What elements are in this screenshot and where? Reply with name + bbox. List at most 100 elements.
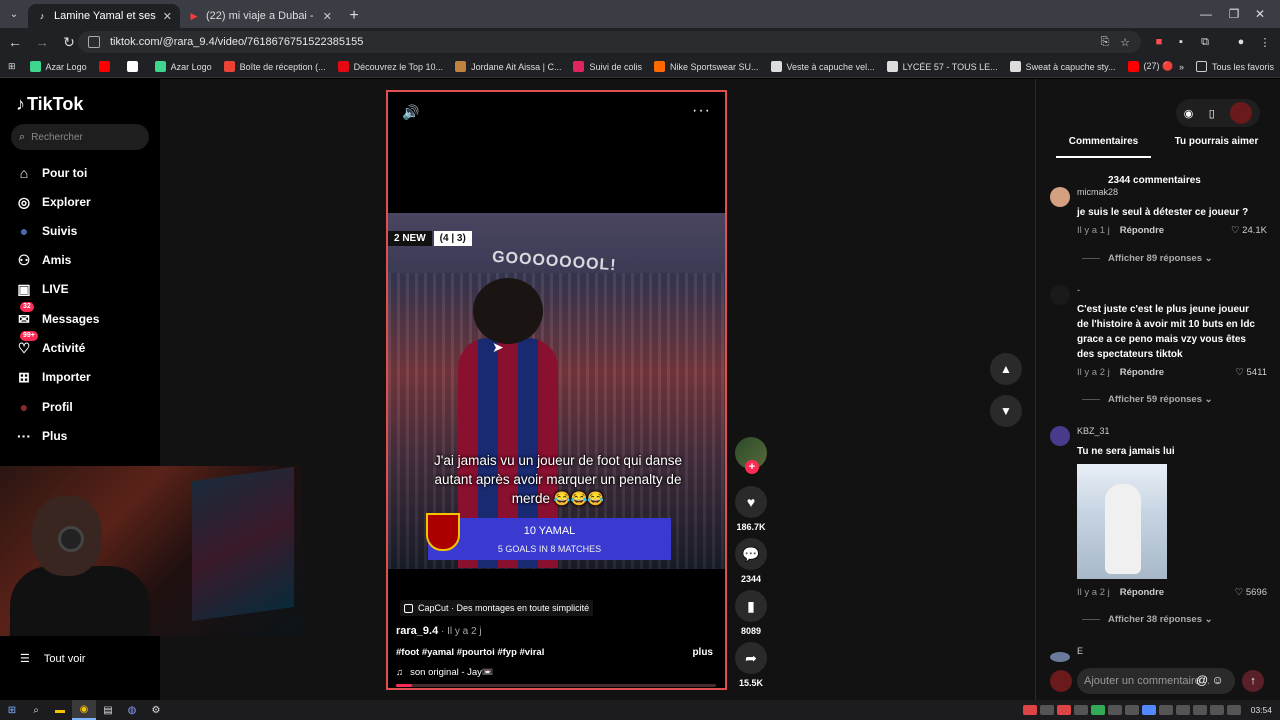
tab-youtube[interactable]: ▶ (22) mi viaje a Dubai - YouTube ✕ [180,4,340,28]
close-window-button[interactable]: ✕ [1240,0,1280,28]
all-bookmarks-folder[interactable]: Tous les favoris [1190,61,1280,72]
emoji-icon[interactable]: ☺ [1212,673,1224,687]
sidebar-item-messages[interactable]: ✉ 32 Messages [14,302,99,330]
new-tab-button[interactable]: + [340,4,368,28]
bookmark-item[interactable] [93,61,121,72]
bookmark-item[interactable]: Azar Logo [24,61,93,72]
bookmark-item[interactable]: LYCÉE 57 - TOUS LE... [881,61,1004,72]
comment-like-button[interactable]: ♡ 5411 [1235,367,1267,378]
sidebar-item-explorer[interactable]: ◎ Explorer [14,191,91,213]
sidebar-item-plus[interactable]: ··· Plus [14,425,67,447]
view-replies-button[interactable]: Afficher 38 réponses ⌄ [1082,614,1213,625]
bookmark-item[interactable] [121,61,149,72]
bookmark-item[interactable]: Sweat à capuche sty... [1004,61,1122,72]
view-replies-button[interactable]: Afficher 59 réponses ⌄ [1082,394,1213,405]
close-icon[interactable]: ✕ [323,10,332,23]
tray-app-icon[interactable] [1107,705,1122,715]
site-info-icon[interactable] [88,36,100,48]
volume-icon[interactable] [1209,705,1224,715]
close-icon[interactable]: ✕ [163,10,172,23]
save-button[interactable]: ▮ [735,590,767,622]
windows-start-icon[interactable]: ⊞ [0,700,24,720]
sidebar-item-live[interactable]: ▣ LIVE [14,278,68,300]
comment-avatar[interactable] [1050,426,1070,446]
tiktok-logo[interactable]: ♪ TikTok [16,94,83,115]
extension-icon[interactable]: ■ [1150,33,1168,51]
comment-avatar[interactable] [1050,652,1070,662]
share-button[interactable]: ➦ [735,642,767,674]
video-author[interactable]: rara_9.4 · Il y a 2 j [396,625,482,637]
video-progress-bar[interactable] [396,684,716,687]
coin-icon[interactable]: ◉ [1184,107,1194,120]
extensions-puzzle-icon[interactable]: ⧉ [1196,33,1214,51]
profile-avatar-icon[interactable] [1230,102,1253,124]
taskbar-clock[interactable]: 03:54 [1251,705,1272,715]
comment-username[interactable]: micmak28 [1077,187,1118,197]
tray-app-icon[interactable] [1175,705,1190,715]
search-input[interactable]: ⌕ Rechercher [11,124,149,150]
reply-button[interactable]: Répondre [1120,367,1164,378]
tab-suggested[interactable]: Tu pourrais aimer [1169,136,1264,158]
comment-username[interactable]: - [1077,285,1080,295]
bookmark-item[interactable]: Nike Sportswear SU... [648,61,765,72]
address-bar[interactable]: tiktok.com/@rara_9.4/video/7618676751522… [78,31,1141,53]
bookmark-item[interactable]: Jordane Ait Aissa | C... [449,61,567,72]
forward-button[interactable]: → [30,30,54,54]
see-all-link[interactable]: ☰ Tout voir [20,652,85,666]
sidebar-item-amis[interactable]: ⚇ Amis [14,249,72,271]
comment-button[interactable]: 💬 [735,538,767,570]
bookmarks-overflow-icon[interactable]: » [1173,62,1190,72]
mobile-icon[interactable]: ▯ [1209,107,1215,120]
tab-tiktok[interactable]: ♪ Lamine Yamal et ses célébration ✕ [28,4,180,28]
follow-plus-icon[interactable]: + [745,460,759,474]
bookmark-item[interactable]: (27) 🔴 LIVE MOVIN... [1122,61,1173,72]
sidebar-item-activit[interactable]: ♡ 99+ Activité [14,331,85,359]
bookmark-item[interactable]: Azar Logo [149,61,218,72]
comment-avatar[interactable] [1050,187,1070,207]
capcut-link[interactable]: CapCut · Des montages en toute simplicit… [400,600,594,616]
video-player[interactable]: 🔊 ··· 2 NEW (4 | 3) GOOOOOOOL! ➤ J'ai ja… [386,90,727,690]
previous-video-button[interactable]: ▲ [990,353,1022,385]
apps-grid-icon[interactable]: ⊞ [0,61,24,72]
tray-app-icon[interactable] [1039,705,1054,715]
bookmark-item[interactable]: Découvrez le Top 10... [332,61,449,72]
reply-button[interactable]: Répondre [1120,587,1164,598]
more-options-icon[interactable]: ··· [692,102,711,120]
bookmark-item[interactable]: Suivi de colis [567,61,648,72]
sound-link[interactable]: ♫ son original - Jay📼 [396,667,494,678]
video-hashtags[interactable]: #foot #yamal #pourtoi #fyp #viral [396,647,544,658]
video-frame[interactable]: 2 NEW (4 | 3) GOOOOOOOL! ➤ J'ai jamais v… [388,213,725,569]
install-app-icon[interactable]: ⎘ [1096,33,1114,51]
volume-icon[interactable]: 🔊 [402,104,419,121]
bookmark-item[interactable]: Veste à capuche vel... [765,61,881,72]
sidebar-item-importer[interactable]: ⊞ Importer [14,366,91,388]
tab-comments[interactable]: Commentaires [1056,136,1151,158]
tray-app-icon[interactable] [1056,705,1071,715]
comment-like-button[interactable]: ♡ 5696 [1235,587,1267,598]
tray-app-icon[interactable] [1124,705,1139,715]
bookmark-item[interactable]: Boîte de réception (... [218,61,332,72]
profile-avatar-icon[interactable]: ● [1232,33,1250,51]
tray-app-icon[interactable] [1090,705,1105,715]
mention-icon[interactable]: @ [1196,673,1208,687]
steam-icon[interactable]: ⚙ [144,700,168,720]
back-button[interactable]: ← [3,30,27,54]
sidebar-item-profil[interactable]: ● Profil [14,396,73,418]
show-more-link[interactable]: plus [692,647,713,658]
browser-menu-icon[interactable]: ⋮ [1256,33,1274,51]
comment-like-button[interactable]: ♡ 24.1K [1231,225,1267,236]
tray-app-icon[interactable] [1141,705,1156,715]
terminal-icon[interactable]: ▤ [96,700,120,720]
bookmark-star-icon[interactable]: ☆ [1116,33,1134,51]
send-comment-button[interactable]: ↑ [1242,670,1264,692]
chrome-icon[interactable]: ◉ [72,700,96,720]
battery-icon[interactable] [1226,705,1241,715]
sidebar-item-suivis[interactable]: ● Suivis [14,220,78,242]
tray-app-icon[interactable] [1022,705,1037,715]
author-name[interactable]: rara_9.4 [396,625,438,637]
file-explorer-icon[interactable]: ▬ [48,700,72,720]
tray-app-icon[interactable] [1073,705,1088,715]
discord-icon[interactable]: ◍ [120,700,144,720]
view-replies-button[interactable]: Afficher 89 réponses ⌄ [1082,253,1213,264]
comment-image[interactable] [1077,464,1167,579]
